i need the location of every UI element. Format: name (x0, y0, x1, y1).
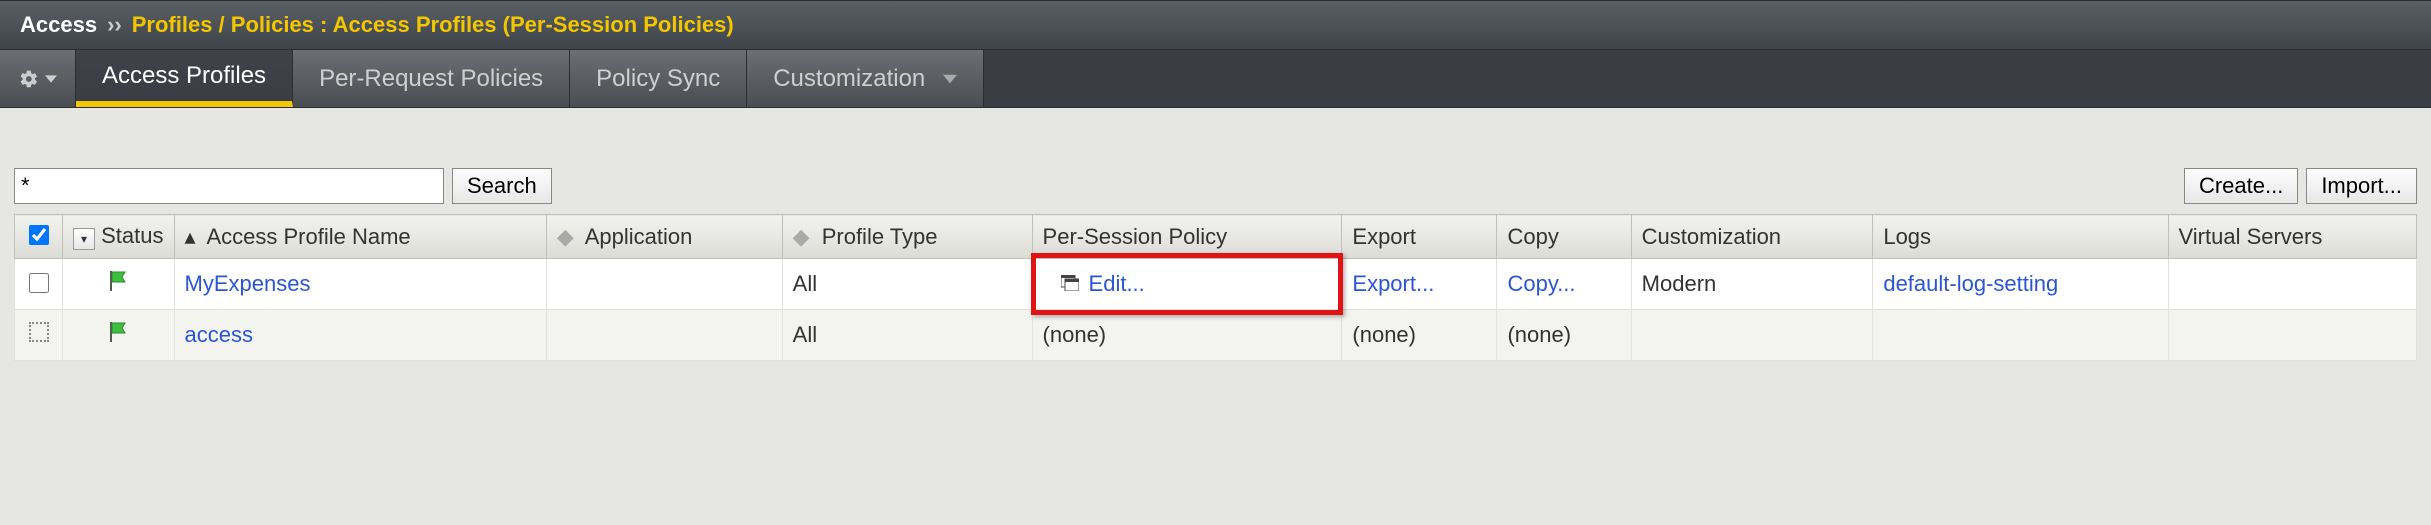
breadcrumb-sub: Profiles / Policies : Access Profiles (P… (132, 12, 734, 38)
cell-value: (none) (1352, 322, 1416, 347)
table-row: MyExpenses All Edit... (15, 259, 2417, 310)
chevron-down-icon (943, 74, 957, 84)
row-profile-type-cell: All (782, 259, 1032, 310)
tab-label: Access Profiles (102, 62, 266, 90)
toolbar: Search Create... Import... (14, 168, 2417, 204)
tab-customization[interactable]: Customization (747, 50, 984, 107)
row-application-cell (546, 310, 782, 361)
profile-name-link[interactable]: MyExpenses (185, 271, 311, 296)
copy-link[interactable]: Copy... (1507, 271, 1575, 296)
header-label: Status (101, 223, 163, 248)
header-profile-type[interactable]: ◆ Profile Type (782, 215, 1032, 259)
row-export-cell: (none) (1342, 310, 1497, 361)
header-label: Customization (1642, 224, 1781, 249)
search-input[interactable] (14, 168, 444, 204)
tab-policy-sync[interactable]: Policy Sync (570, 50, 747, 107)
row-export-cell[interactable]: Export... (1342, 259, 1497, 310)
row-status-cell (63, 259, 175, 310)
flag-icon (107, 320, 129, 350)
row-select-cell (15, 310, 63, 361)
header-label: Per-Session Policy (1043, 224, 1228, 249)
cell-value: (none) (1043, 322, 1107, 347)
row-virtual-servers-cell (2168, 310, 2417, 361)
edit-policy-link[interactable]: Edit... (1089, 271, 1145, 297)
row-per-session-cell: (none) (1032, 310, 1342, 361)
sort-icon: ◆ (793, 224, 810, 250)
row-select-cell[interactable] (15, 259, 63, 310)
row-status-cell (63, 310, 175, 361)
breadcrumb-main: Access (20, 12, 97, 38)
header-label: Virtual Servers (2179, 224, 2323, 249)
filter-dropdown-icon[interactable]: ▾ (73, 228, 95, 250)
header-label: Profile Type (822, 224, 938, 249)
disabled-checkbox-icon (29, 322, 49, 342)
sort-asc-icon: ▴ (185, 224, 196, 250)
logs-link[interactable]: default-log-setting (1883, 271, 2058, 296)
profiles-table: ▾ Status ▴ Access Profile Name ◆ Applica… (14, 214, 2417, 361)
tab-label: Per-Request Policies (319, 65, 543, 93)
header-customization: Customization (1631, 215, 1873, 259)
header-status[interactable]: ▾ Status (63, 215, 175, 259)
row-per-session-cell[interactable]: Edit... (1032, 259, 1342, 310)
row-logs-cell (1873, 310, 2168, 361)
cell-value: All (793, 322, 817, 347)
cell-value: Modern (1642, 271, 1717, 296)
row-customization-cell (1631, 310, 1873, 361)
header-select-all[interactable] (15, 215, 63, 259)
breadcrumb: Access ›› Profiles / Policies : Access P… (0, 0, 2431, 50)
cell-value: (none) (1507, 322, 1571, 347)
right-buttons: Create... Import... (2184, 168, 2417, 204)
profile-name-link[interactable]: access (185, 322, 253, 347)
header-label: Application (585, 224, 693, 249)
row-logs-cell[interactable]: default-log-setting (1873, 259, 2168, 310)
header-label: Access Profile Name (206, 224, 410, 249)
import-button[interactable]: Import... (2306, 168, 2417, 204)
row-profile-type-cell: All (782, 310, 1032, 361)
search-button[interactable]: Search (452, 168, 552, 204)
row-name-cell[interactable]: MyExpenses (174, 259, 546, 310)
row-copy-cell[interactable]: Copy... (1497, 259, 1631, 310)
cell-value: All (793, 271, 817, 296)
header-export: Export (1342, 215, 1497, 259)
breadcrumb-sep: ›› (107, 12, 122, 38)
row-copy-cell: (none) (1497, 310, 1631, 361)
header-application[interactable]: ◆ Application (546, 215, 782, 259)
chevron-down-icon (45, 73, 57, 85)
header-label: Logs (1883, 224, 1931, 249)
header-logs: Logs (1873, 215, 2168, 259)
settings-gear-button[interactable] (0, 50, 76, 107)
row-virtual-servers-cell (2168, 259, 2417, 310)
header-virtual-servers: Virtual Servers (2168, 215, 2417, 259)
header-label: Copy (1507, 224, 1558, 249)
content-area: Search Create... Import... ▾ Status (0, 108, 2431, 361)
create-button[interactable]: Create... (2184, 168, 2298, 204)
export-link[interactable]: Export... (1352, 271, 1434, 296)
row-checkbox[interactable] (29, 273, 49, 293)
tab-access-profiles[interactable]: Access Profiles (76, 50, 293, 107)
tab-per-request-policies[interactable]: Per-Request Policies (293, 50, 570, 107)
header-per-session: Per-Session Policy (1032, 215, 1342, 259)
header-label: Export (1352, 224, 1416, 249)
tab-label: Policy Sync (596, 65, 720, 93)
gear-icon (19, 69, 39, 89)
header-copy: Copy (1497, 215, 1631, 259)
row-application-cell (546, 259, 782, 310)
tab-bar: Access Profiles Per-Request Policies Pol… (0, 50, 2431, 108)
table-header-row: ▾ Status ▴ Access Profile Name ◆ Applica… (15, 215, 2417, 259)
flag-icon (107, 269, 129, 299)
row-name-cell[interactable]: access (174, 310, 546, 361)
row-customization-cell: Modern (1631, 259, 1873, 310)
table-row: access All (none) (none) (non (15, 310, 2417, 361)
search-group: Search (14, 168, 552, 204)
header-name[interactable]: ▴ Access Profile Name (174, 215, 546, 259)
window-icon (1061, 271, 1079, 297)
select-all-checkbox[interactable] (29, 225, 49, 245)
tab-label: Customization (773, 65, 925, 93)
sort-icon: ◆ (557, 224, 574, 250)
